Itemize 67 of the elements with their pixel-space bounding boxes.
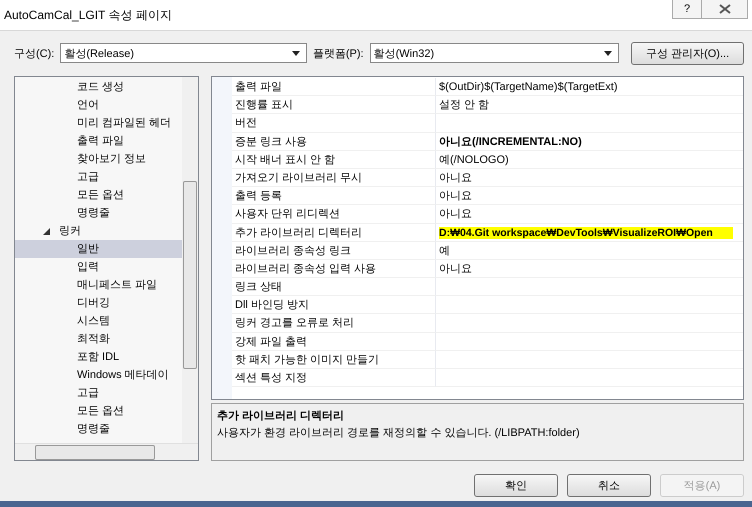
property-value[interactable]: D:₩04.Git workspace₩DevTools₩VisualizeROI₩Open bbox=[439, 226, 733, 238]
property-name[interactable]: 시작 배너 표시 안 함 bbox=[232, 150, 436, 169]
tree-item[interactable]: 고급 bbox=[15, 168, 182, 186]
window-title: AutoCamCal_LGIT 속성 페이지 bbox=[3, 7, 172, 24]
property-value[interactable]: 아니요 bbox=[439, 172, 472, 184]
tree-item[interactable]: 고급 bbox=[15, 384, 182, 402]
tree-item[interactable]: 찾아보기 정보 bbox=[15, 150, 182, 168]
dropdown-arrow-icon bbox=[292, 50, 300, 56]
description-text: 사용자가 환경 라이브러리 경로를 재정의할 수 있습니다. (/LIBPATH:folder) bbox=[217, 426, 581, 440]
property-name[interactable]: 출력 파일 bbox=[232, 78, 436, 96]
property-value[interactable]: 아니요 bbox=[439, 190, 472, 202]
tree-item[interactable]: 코드 생성 bbox=[15, 78, 182, 96]
tree-item[interactable]: 언어 bbox=[15, 96, 182, 114]
property-value[interactable]: 예 bbox=[439, 244, 450, 257]
vertical-scrollbar[interactable] bbox=[182, 77, 198, 443]
property-name[interactable]: 링크 상태 bbox=[232, 278, 436, 296]
tree-item[interactable]: Windows 메타데이 bbox=[15, 366, 182, 384]
tree-item[interactable]: 출력 파일 bbox=[15, 132, 182, 150]
config-dropdown[interactable]: 활성(Release) bbox=[60, 43, 307, 63]
tree-item[interactable]: 명령줄 bbox=[15, 420, 182, 438]
config-label: 구성(C): bbox=[14, 46, 54, 60]
platform-dropdown[interactable]: 활성(Win32) bbox=[370, 43, 620, 63]
config-manager-button[interactable]: 구성 관리자(O)... bbox=[631, 42, 744, 64]
property-value[interactable]: 예(/NOLOGO) bbox=[439, 154, 509, 166]
tree-item[interactable]: 입력 bbox=[15, 258, 182, 276]
property-name[interactable]: 섹션 특성 지정 bbox=[232, 369, 436, 388]
tree-item[interactable]: 모든 옵션 bbox=[15, 186, 182, 204]
property-name[interactable]: 라이브러리 종속성 링크 bbox=[232, 242, 436, 260]
property-name[interactable]: 가져오기 라이브러리 무시 bbox=[232, 168, 436, 188]
property-name[interactable]: 증분 링크 사용 bbox=[232, 132, 436, 151]
property-value[interactable]: $(OutDir)$(TargetName)$(TargetExt) bbox=[439, 81, 618, 93]
property-name[interactable]: 진행률 표시 bbox=[232, 96, 436, 114]
property-value[interactable]: 아니요 bbox=[439, 262, 472, 275]
scroll-thumb[interactable] bbox=[35, 445, 155, 460]
tree-item[interactable]: 일반 bbox=[15, 240, 182, 258]
tree-item[interactable]: 포함 IDL bbox=[15, 348, 182, 366]
property-name[interactable]: 추가 라이브러리 디렉터리 bbox=[232, 224, 436, 242]
dropdown-arrow-icon bbox=[604, 50, 612, 56]
property-name[interactable]: 버전 bbox=[232, 114, 436, 133]
scroll-thumb[interactable] bbox=[183, 181, 197, 369]
tree-item[interactable]: 시스템 bbox=[15, 312, 182, 330]
expand-arrow-icon[interactable] bbox=[43, 228, 50, 234]
tree-item[interactable]: 모든 옵션 bbox=[15, 402, 182, 420]
dialog-button[interactable]: 취소 bbox=[567, 474, 651, 497]
close-button[interactable] bbox=[702, 0, 748, 19]
property-name[interactable]: 출력 등록 bbox=[232, 187, 436, 206]
property-name[interactable]: Dll 바인딩 방지 bbox=[232, 296, 436, 314]
close-icon bbox=[718, 4, 730, 14]
property-name[interactable]: 강제 파일 출력 bbox=[232, 332, 436, 351]
property-value[interactable]: 설정 안 함 bbox=[439, 99, 490, 112]
platform-label: 플랫폼(P): bbox=[312, 46, 364, 60]
tree-item[interactable]: 매니페스트 파일 bbox=[15, 276, 182, 294]
tree-item[interactable]: 미리 컴파일된 헤더 bbox=[15, 114, 182, 132]
description-title: 추가 라이브러리 디렉터리 bbox=[217, 409, 346, 423]
property-name[interactable]: 링커 경고를 오류로 처리 bbox=[232, 314, 436, 333]
tree-item[interactable]: 디버깅 bbox=[15, 294, 182, 312]
property-name[interactable]: 라이브러리 종속성 입력 사용 bbox=[232, 260, 436, 278]
property-name[interactable]: 사용자 단위 리디렉션 bbox=[232, 205, 436, 224]
tree-item[interactable]: 최적화 bbox=[15, 330, 182, 348]
property-value[interactable]: 아니요 bbox=[439, 208, 472, 220]
dialog-button[interactable]: 확인 bbox=[474, 474, 558, 497]
help-button[interactable]: ? bbox=[672, 0, 702, 19]
property-name[interactable]: 핫 패치 가능한 이미지 만들기 bbox=[232, 350, 436, 369]
property-value[interactable]: 아니요(/INCREMENTAL:NO) bbox=[439, 136, 582, 148]
horizontal-scrollbar[interactable] bbox=[15, 443, 198, 460]
tree-item[interactable]: 명령줄 bbox=[15, 204, 182, 222]
tree-item[interactable]: 링커 bbox=[59, 222, 81, 240]
